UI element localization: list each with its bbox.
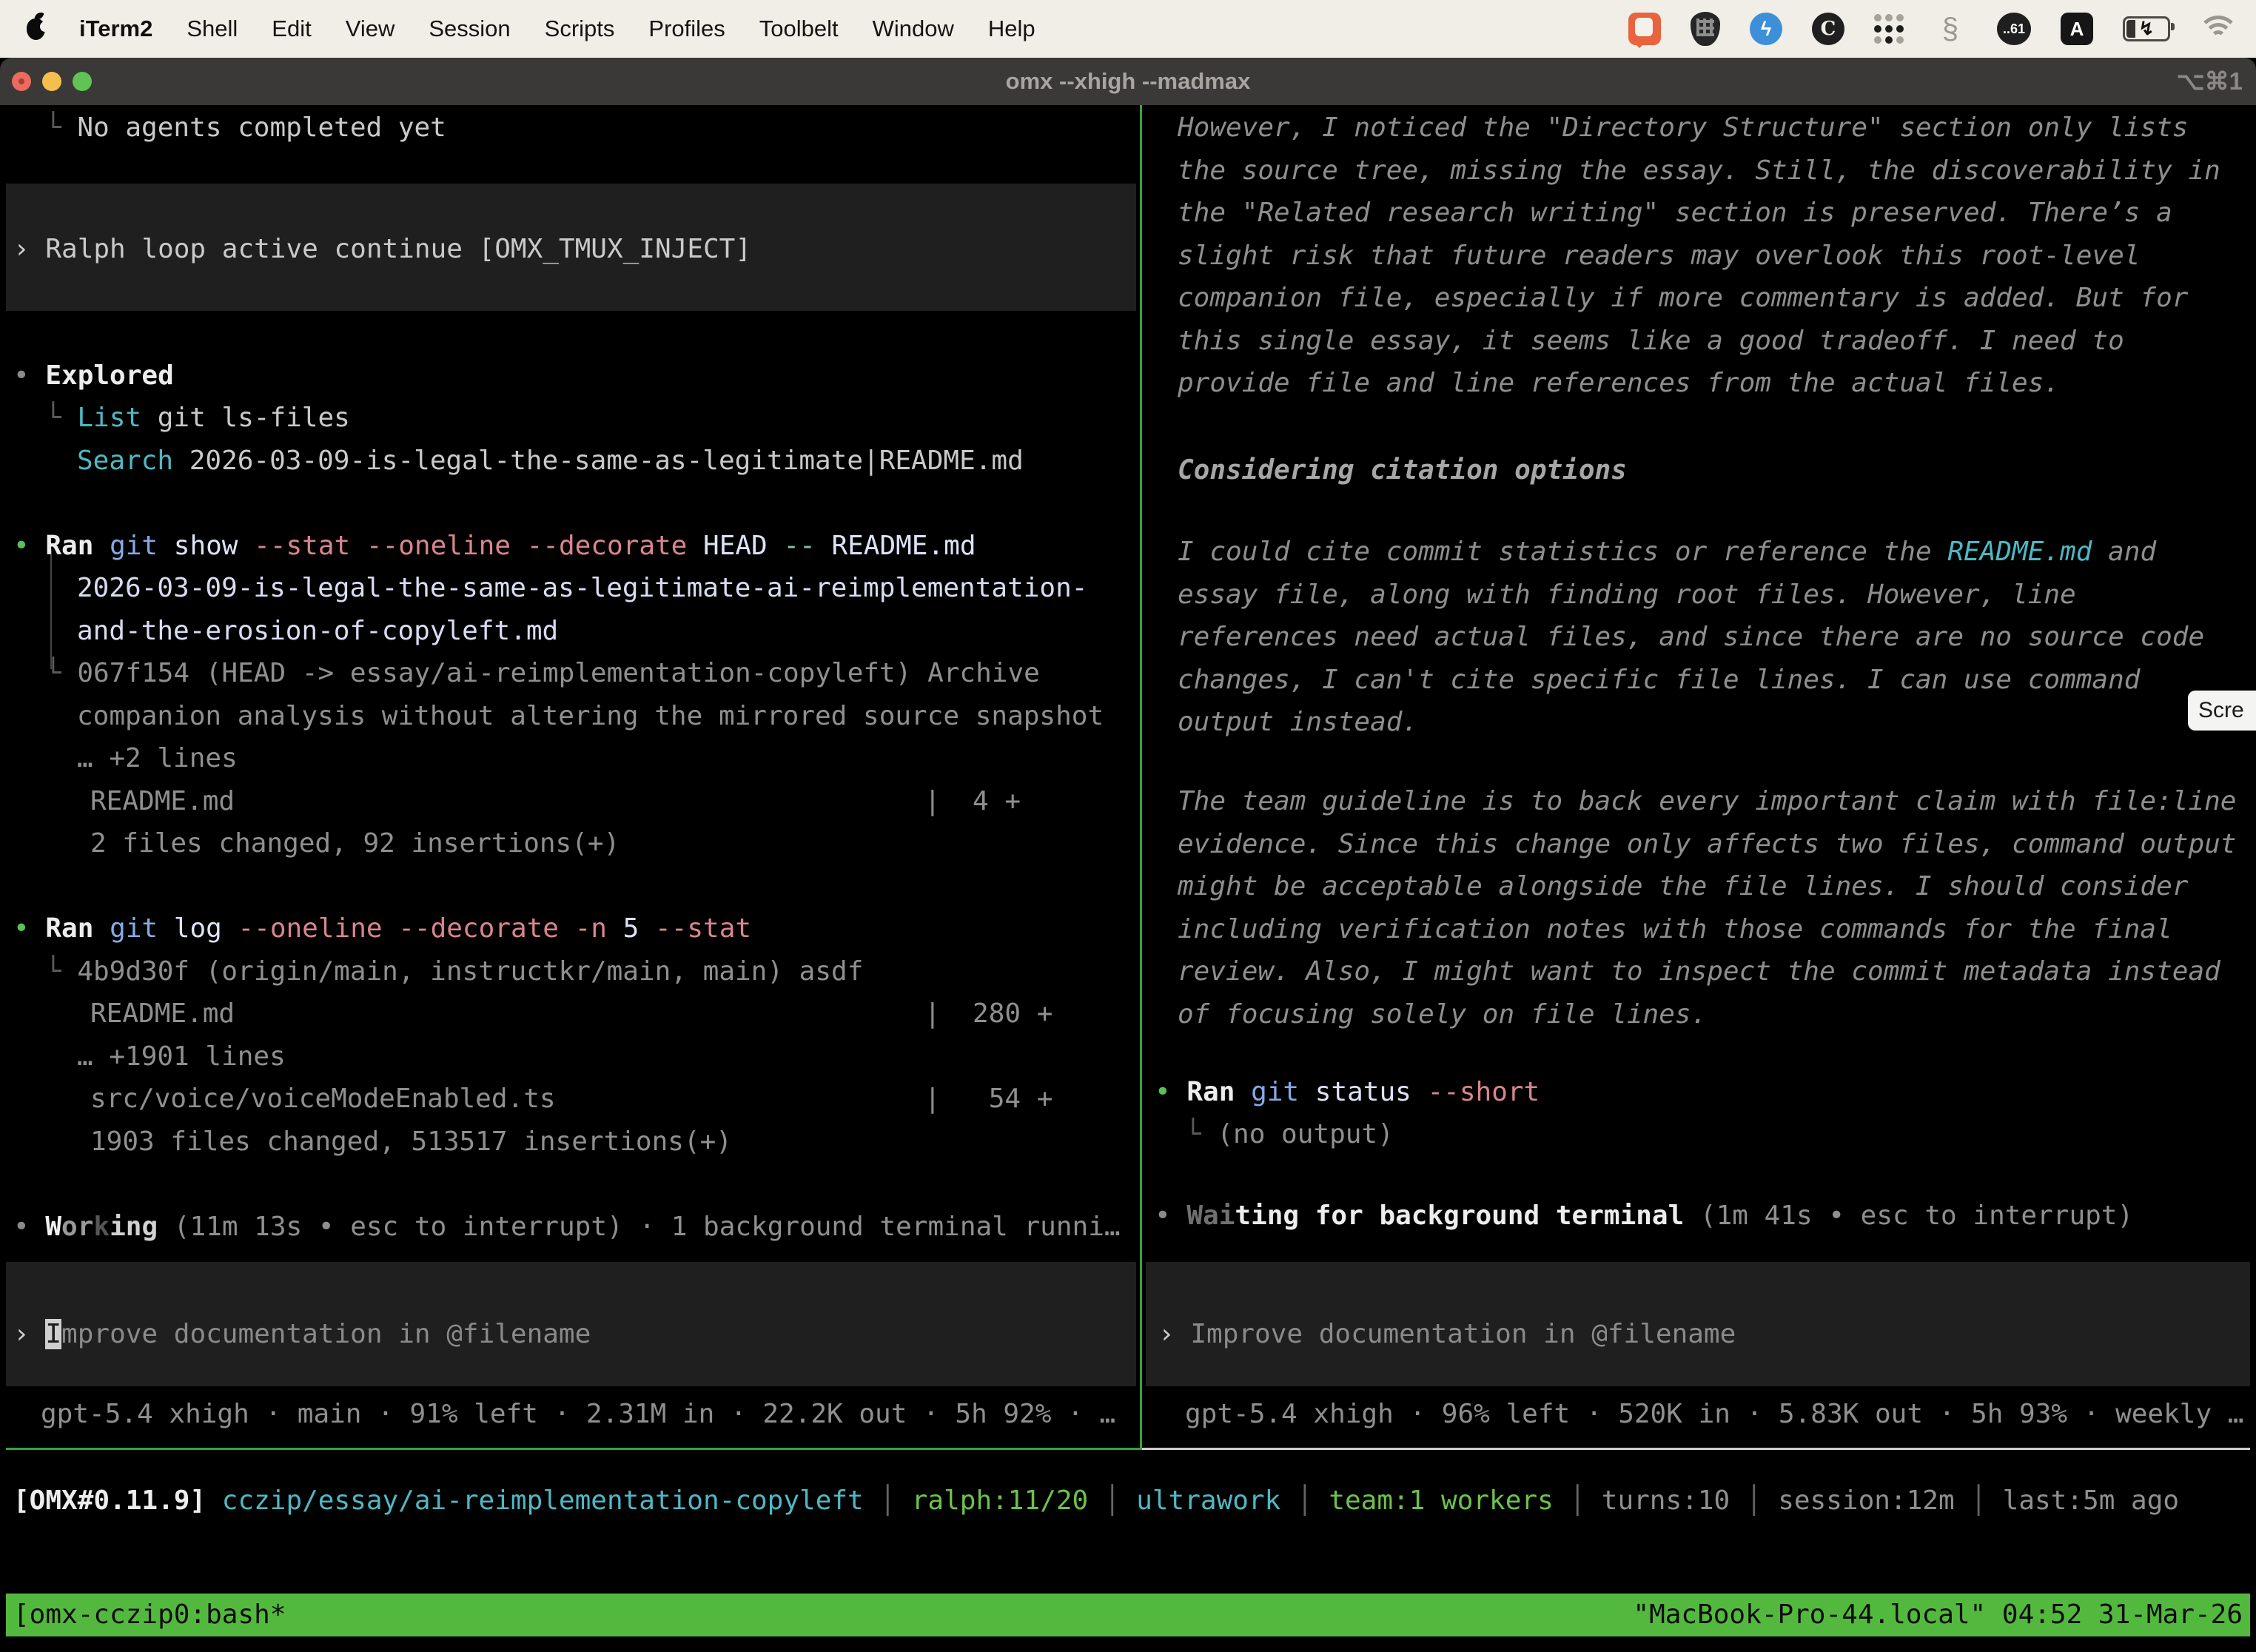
menu-bar: iTerm2 Shell Edit View Session Scripts Profil… [0, 0, 2256, 58]
pie-icon[interactable]: C [1812, 13, 1844, 45]
model-status-line-left: gpt-5.4 xhigh · main · 91% left · 2.31M … [41, 1397, 1115, 1431]
menu-item-edit[interactable]: Edit [272, 16, 311, 42]
explored-list-line: └ List git ls-files [45, 401, 350, 435]
git-log-stat-line-2: src/voice/voiceModeEnabled.ts | 54 + [90, 1082, 1053, 1116]
reasoning-line: including verification notes with those … [1178, 913, 2172, 947]
window-title: omx --xhigh --madmax [0, 58, 2256, 105]
reasoning-line: provide file and line references from th… [1178, 366, 2060, 400]
reasoning-heading: Considering citation options [1178, 454, 1627, 488]
git-log-output-line-2: … +1901 lines [77, 1040, 286, 1074]
reasoning-line: the source tree, missing the essay. Stil… [1178, 154, 2220, 188]
model-status-line-right: gpt-5.4 xhigh · 96% left · 520K in · 5.8… [1185, 1397, 2243, 1431]
badge-glyph: ϟ [1761, 18, 1771, 41]
input-source-label: A [2070, 18, 2084, 41]
reasoning-line: I could cite commit statistics or refere… [1178, 535, 2156, 569]
reasoning-line: slight risk that future readers may over… [1178, 239, 2140, 273]
git-status-output-line: └ (no output) [1185, 1118, 1394, 1152]
circle-61-label: ..61 [2003, 21, 2025, 37]
window-title-bar[interactable]: omx --xhigh --madmax ⌥⌘1 [0, 58, 2256, 105]
dots-grid-icon[interactable] [1874, 14, 1904, 44]
explored-search-line: Search 2026-03-09-is-legal-the-same-as-l… [77, 444, 1024, 478]
menu-item-view[interactable]: View [346, 16, 395, 42]
reasoning-line: essay file, along with finding root file… [1178, 578, 2076, 612]
terminal-content[interactable]: └ No agents completed yet › Ralph loop ac… [0, 105, 2256, 1652]
reasoning-line: companion file, especially if more comme… [1178, 281, 2188, 315]
chat-icon[interactable] [1628, 13, 1661, 45]
reasoning-line: output instead. [1178, 705, 1418, 739]
tmux-host-clock-label: "MacBook-Pro-44.local" 04:52 31-Mar-26 [1633, 1594, 2243, 1636]
git-show-command-line: • Ran git show --stat --oneline --decora… [13, 529, 976, 563]
tmux-status-bar: [omx-cczip0:bash* "MacBook-Pro-44.local"… [6, 1594, 2250, 1636]
reasoning-line: this single essay, it seems like a good … [1178, 324, 2124, 358]
git-status-command-line: • Ran git status --short [1155, 1075, 1540, 1109]
squiggle-icon[interactable]: § [1933, 12, 1967, 46]
circle-61-icon[interactable]: ..61 [1997, 13, 2031, 45]
menu-item-session[interactable]: Session [429, 16, 510, 42]
reasoning-line: evidence. Since this change only affects… [1178, 827, 2236, 862]
squiggle-glyph: § [1942, 13, 1958, 46]
battery-icon[interactable]: ↯ [2123, 16, 2170, 41]
reasoning-line: might be acceptable alongside the file l… [1178, 870, 2188, 904]
input-prompt-line-left: › Improve documentation in @filename [13, 1317, 591, 1352]
shield-icon[interactable] [1691, 12, 1720, 46]
git-show-output-line-3: … +2 lines [77, 742, 238, 776]
window-shortcut-badge: ⌥⌘1 [2177, 58, 2243, 105]
badge-bolt-icon[interactable]: ϟ [1750, 13, 1782, 45]
menu-item-shell[interactable]: Shell [187, 16, 238, 42]
omx-status-bar: [OMX#0.11.9] cczip/essay/ai-reimplementa… [13, 1484, 2179, 1518]
menu-item-profiles[interactable]: Profiles [648, 16, 725, 42]
reasoning-line: review. Also, I might want to inspect th… [1178, 955, 2220, 989]
git-show-arg-line-1: 2026-03-09-is-legal-the-same-as-legitima… [77, 571, 1087, 605]
wifi-icon[interactable] [2200, 16, 2237, 42]
git-log-stat-line-1: README.md | 280 + [90, 997, 1053, 1031]
git-show-output-line-1: └ 067f154 (HEAD -> essay/ai-reimplementa… [45, 657, 1040, 691]
git-log-command-line: • Ran git log --oneline --decorate -n 5 … [13, 912, 751, 946]
menu-status-icons: ϟ C § ..61 A ↯ [1628, 12, 2256, 46]
ralph-loop-prompt-line: › Ralph loop active continue [OMX_TMUX_I… [13, 232, 751, 266]
agents-completed-line: └ No agents completed yet [45, 111, 446, 145]
tmux-session-label: [omx-cczip0:bash* [13, 1594, 286, 1636]
git-show-stat-line: README.md | 4 + [90, 785, 1021, 819]
git-log-output-line-1: └ 4b9d30f (origin/main, instructkr/main,… [45, 955, 863, 989]
menu-item-scripts[interactable]: Scripts [545, 16, 615, 42]
menu-item-help[interactable]: Help [988, 16, 1035, 42]
reasoning-line: of focusing solely on file lines. [1178, 998, 1707, 1032]
explored-header-line: • Explored [13, 359, 174, 393]
menu-item-toolbelt[interactable]: Toolbelt [759, 16, 839, 42]
tree-connector-line [50, 549, 52, 669]
iterm-window: omx --xhigh --madmax ⌥⌘1 └ No agents com… [0, 58, 2256, 1652]
apple-menu-icon[interactable] [27, 19, 45, 40]
working-status-line: • Working (11m 13s • esc to interrupt) ·… [13, 1210, 1121, 1244]
reasoning-line: However, I noticed the "Directory Struct… [1178, 111, 2188, 145]
menu-app-name[interactable]: iTerm2 [79, 16, 152, 42]
pane-divider[interactable] [1140, 105, 1142, 1450]
git-log-summary-line: 1903 files changed, 513517 insertions(+) [90, 1125, 732, 1159]
reasoning-line: changes, I can't cite specific file line… [1178, 663, 2140, 697]
reasoning-line: The team guideline is to back every impo… [1178, 785, 2236, 819]
menu-item-window[interactable]: Window [873, 16, 954, 42]
reasoning-line: the "Related research writing" section i… [1178, 196, 2172, 230]
waiting-status-line: • Waiting for background terminal (1m 41… [1155, 1199, 2133, 1233]
screen-share-tooltip[interactable]: Scre [2188, 691, 2256, 731]
reasoning-line: references need actual files, and since … [1178, 620, 2204, 654]
left-pane-bottom-border [6, 1448, 1140, 1450]
git-show-output-line-2: companion analysis without altering the … [77, 699, 1104, 733]
battery-bolt-glyph: ↯ [2139, 18, 2155, 40]
git-show-summary-line: 2 files changed, 92 insertions(+) [90, 827, 620, 861]
input-source-icon[interactable]: A [2061, 13, 2093, 45]
right-pane-bottom-border [1142, 1448, 2250, 1450]
pie-glyph: C [1821, 18, 1836, 40]
input-prompt-line-right: › Improve documentation in @filename [1158, 1317, 1736, 1352]
git-show-arg-line-2: and-the-erosion-of-copyleft.md [77, 614, 558, 648]
